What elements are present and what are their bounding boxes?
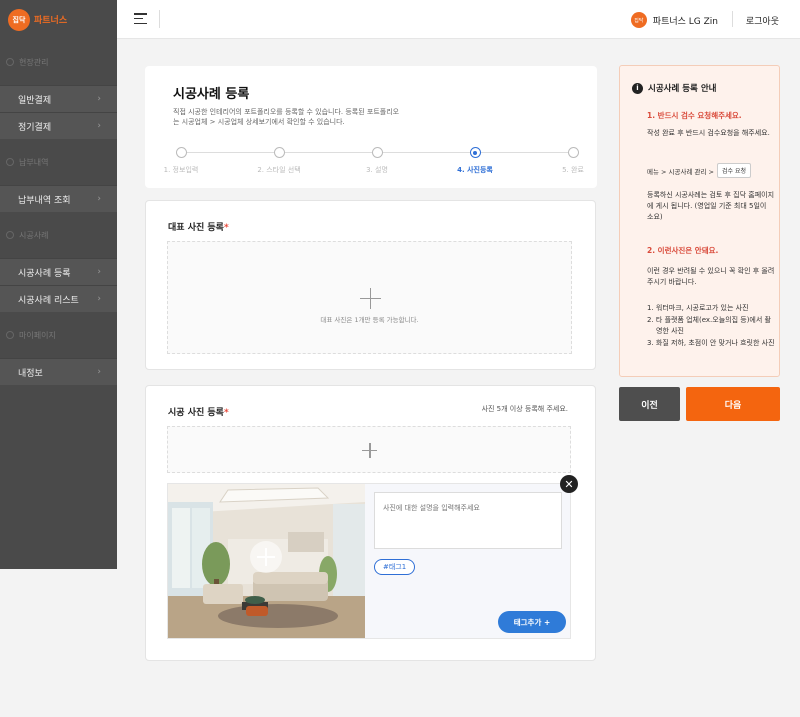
step-5: 5. 완료 bbox=[548, 147, 598, 175]
guide-title-text: 시공사례 등록 안내 bbox=[648, 84, 717, 94]
sidebar-section-cases: 시공사례 bbox=[0, 212, 117, 258]
section-title: 시공사례 bbox=[19, 230, 49, 240]
guide-rule1-title: 1. 반드시 검수 요청해주세요. bbox=[647, 111, 742, 120]
list-item: 3. 화질 저하, 초점이 안 맞거나 흐릿한 사진 bbox=[647, 339, 775, 347]
section-title-text: 시공 사진 등록 bbox=[168, 408, 224, 418]
step-label: 4. 사진등록 bbox=[457, 166, 493, 174]
photo-thumbnail[interactable] bbox=[168, 484, 365, 638]
guide-rule2-text: 이런 경우 반려될 수 있으니 꼭 확인 후 올려주시기 바랍니다. bbox=[647, 267, 775, 286]
upload-hint: 대표 사진은 1개만 등록 가능합니다. bbox=[320, 316, 419, 324]
photo-item: #태그1 태그추가 + ✕ bbox=[167, 475, 578, 639]
review-request-label: 검수 요청 bbox=[717, 163, 751, 178]
tag-chip[interactable]: #태그1 bbox=[374, 559, 416, 575]
sidebar-section-payments: 납부내역 bbox=[0, 139, 117, 185]
page-title: 시공사례 등록 bbox=[173, 87, 250, 102]
step-4-active: 4. 사진등록 bbox=[450, 147, 500, 175]
sidebar-item-case-register[interactable]: 시공사례 등록 › bbox=[0, 258, 117, 285]
prev-button[interactable]: 이전 bbox=[619, 387, 680, 421]
menu-path-text: 메뉴 > 시공사례 관리 > bbox=[647, 167, 714, 176]
sidebar-item-label: 시공사례 등록 bbox=[18, 268, 71, 279]
step-circle bbox=[175, 147, 187, 158]
sidebar-item-label: 납부내역 조회 bbox=[18, 195, 71, 206]
partner-logo: 집닥 bbox=[630, 12, 647, 28]
divider bbox=[732, 11, 733, 27]
main-photo-card: 대표 사진 등록* 대표 사진은 1개만 등록 가능합니다. bbox=[145, 200, 596, 370]
section-title-text: 대표 사진 등록 bbox=[168, 223, 224, 233]
section-icon bbox=[6, 331, 14, 339]
step-1: 1. 정보입력 bbox=[156, 147, 206, 175]
close-icon[interactable]: ✕ bbox=[560, 475, 578, 493]
step-circle bbox=[567, 147, 579, 158]
step-label: 1. 정보입력 bbox=[163, 166, 199, 174]
top-header: 집닥 파트너스 LG Zin 로그아웃 bbox=[117, 0, 800, 39]
step-circle bbox=[273, 147, 285, 158]
logout-link[interactable]: 로그아웃 bbox=[746, 14, 779, 27]
sidebar-item-case-list[interactable]: 시공사례 리스트 › bbox=[0, 285, 117, 312]
add-tag-button[interactable]: 태그추가 + bbox=[498, 611, 566, 633]
guide-rule1-text: 작성 완료 후 반드시 검수요청을 해주세요. bbox=[647, 129, 770, 137]
guide-panel: i 시공사례 등록 안내 1. 반드시 검수 요청해주세요. 작성 완료 후 반… bbox=[619, 65, 780, 377]
sidebar-item-payment-history[interactable]: 납부내역 조회 › bbox=[0, 185, 117, 212]
list-item: 2. 타 플랫폼 업체(ex.오늘의집 등)에서 촬영한 사진 bbox=[647, 316, 771, 335]
section-title: 납부내역 bbox=[19, 157, 49, 167]
photo-change-plus-icon[interactable] bbox=[250, 541, 282, 573]
divider bbox=[159, 10, 160, 28]
chevron-right-icon: › bbox=[97, 121, 101, 131]
section-icon bbox=[6, 158, 14, 166]
guide-title: i 시공사례 등록 안내 bbox=[632, 82, 716, 94]
guide-rule2-title: 2. 이런사진은 안돼요. bbox=[647, 246, 719, 255]
brand-logo[interactable]: 집닥 파트너스 bbox=[0, 0, 117, 39]
photo-add-upload[interactable] bbox=[167, 426, 571, 473]
logo-text: 파트너스 bbox=[34, 16, 68, 26]
required-mark: * bbox=[223, 408, 229, 418]
sidebar-section-mypage: 마이페이지 bbox=[0, 312, 117, 358]
construction-photos-card: 시공 사진 등록* 사진 5개 이상 등록해 주세요. 사진에 대한 설명을 입… bbox=[145, 385, 596, 661]
sidebar-item-label: 정기결제 bbox=[18, 122, 52, 133]
partner-info: 집닥 파트너스 LG Zin bbox=[630, 12, 718, 28]
info-icon: i bbox=[632, 82, 643, 94]
main-photo-title: 대표 사진 등록* bbox=[168, 220, 229, 233]
section-title: 마이페이지 bbox=[19, 330, 56, 340]
plus-icon bbox=[362, 442, 377, 458]
chevron-right-icon: › bbox=[97, 267, 101, 277]
plus-icon bbox=[359, 287, 381, 309]
menu-icon[interactable] bbox=[134, 13, 147, 24]
chevron-right-icon: › bbox=[97, 367, 101, 377]
section-icon bbox=[6, 231, 14, 239]
chevron-right-icon: › bbox=[97, 294, 101, 304]
page-description: 직접 시공한 인테리어의 포트폴리오를 등록할 수 있습니다. 등록된 포트폴리… bbox=[173, 108, 400, 126]
next-button[interactable]: 다음 bbox=[686, 387, 780, 421]
step-3: 3. 설명 bbox=[352, 147, 402, 175]
required-mark: * bbox=[223, 223, 229, 233]
step-label: 3. 설명 bbox=[366, 166, 388, 174]
chevron-right-icon: › bbox=[97, 194, 101, 204]
step-circle bbox=[469, 147, 481, 158]
section-icon bbox=[6, 58, 14, 66]
page-header-card: 시공사례 등록 직접 시공한 인테리어의 포트폴리오를 등록할 수 있습니다. … bbox=[145, 66, 597, 188]
sidebar-item-recurring-payment[interactable]: 정기결제 › bbox=[0, 112, 117, 139]
list-item: 1. 워터마크, 시공로고가 있는 사진 bbox=[647, 304, 749, 312]
sidebar: 집닥 파트너스 현장관리 일반결제 › 정기결제 › 납부내역 납부내역 조회 … bbox=[0, 0, 117, 569]
sidebar-section-site: 현장관리 bbox=[0, 39, 117, 85]
sidebar-item-label: 시공사례 리스트 bbox=[18, 295, 79, 306]
logo-badge: 집닥 bbox=[8, 8, 30, 31]
main-photo-upload[interactable]: 대표 사진은 1개만 등록 가능합니다. bbox=[167, 241, 572, 354]
guide-menu-path: 메뉴 > 시공사례 관리 > 검수 요청 bbox=[647, 163, 751, 178]
sidebar-item-general-payment[interactable]: 일반결제 › bbox=[0, 85, 117, 112]
section-title: 현장관리 bbox=[19, 57, 49, 67]
sidebar-item-label: 일반결제 bbox=[18, 95, 52, 106]
partner-name: 파트너스 LG Zin bbox=[652, 16, 718, 27]
guide-rule1-note: 등록하신 시공사례는 검토 후 집닥 홈페이지에 게시 됩니다. (영업일 기준… bbox=[647, 191, 775, 221]
photos-title: 시공 사진 등록* bbox=[168, 405, 229, 418]
sidebar-item-label: 내정보 bbox=[18, 368, 43, 379]
guide-rule2-list: 1. 워터마크, 시공로고가 있는 사진 2. 타 플랫폼 업체(ex.오늘의집… bbox=[647, 303, 777, 350]
step-label: 5. 완료 bbox=[562, 166, 584, 174]
step-label: 2. 스타일 선택 bbox=[257, 166, 301, 174]
photo-description-input[interactable] bbox=[374, 492, 562, 549]
chevron-right-icon: › bbox=[97, 94, 101, 104]
photos-note: 사진 5개 이상 등록해 주세요. bbox=[481, 405, 568, 413]
step-circle bbox=[371, 147, 383, 158]
step-2: 2. 스타일 선택 bbox=[254, 147, 304, 175]
sidebar-item-my-info[interactable]: 내정보 › bbox=[0, 358, 117, 385]
